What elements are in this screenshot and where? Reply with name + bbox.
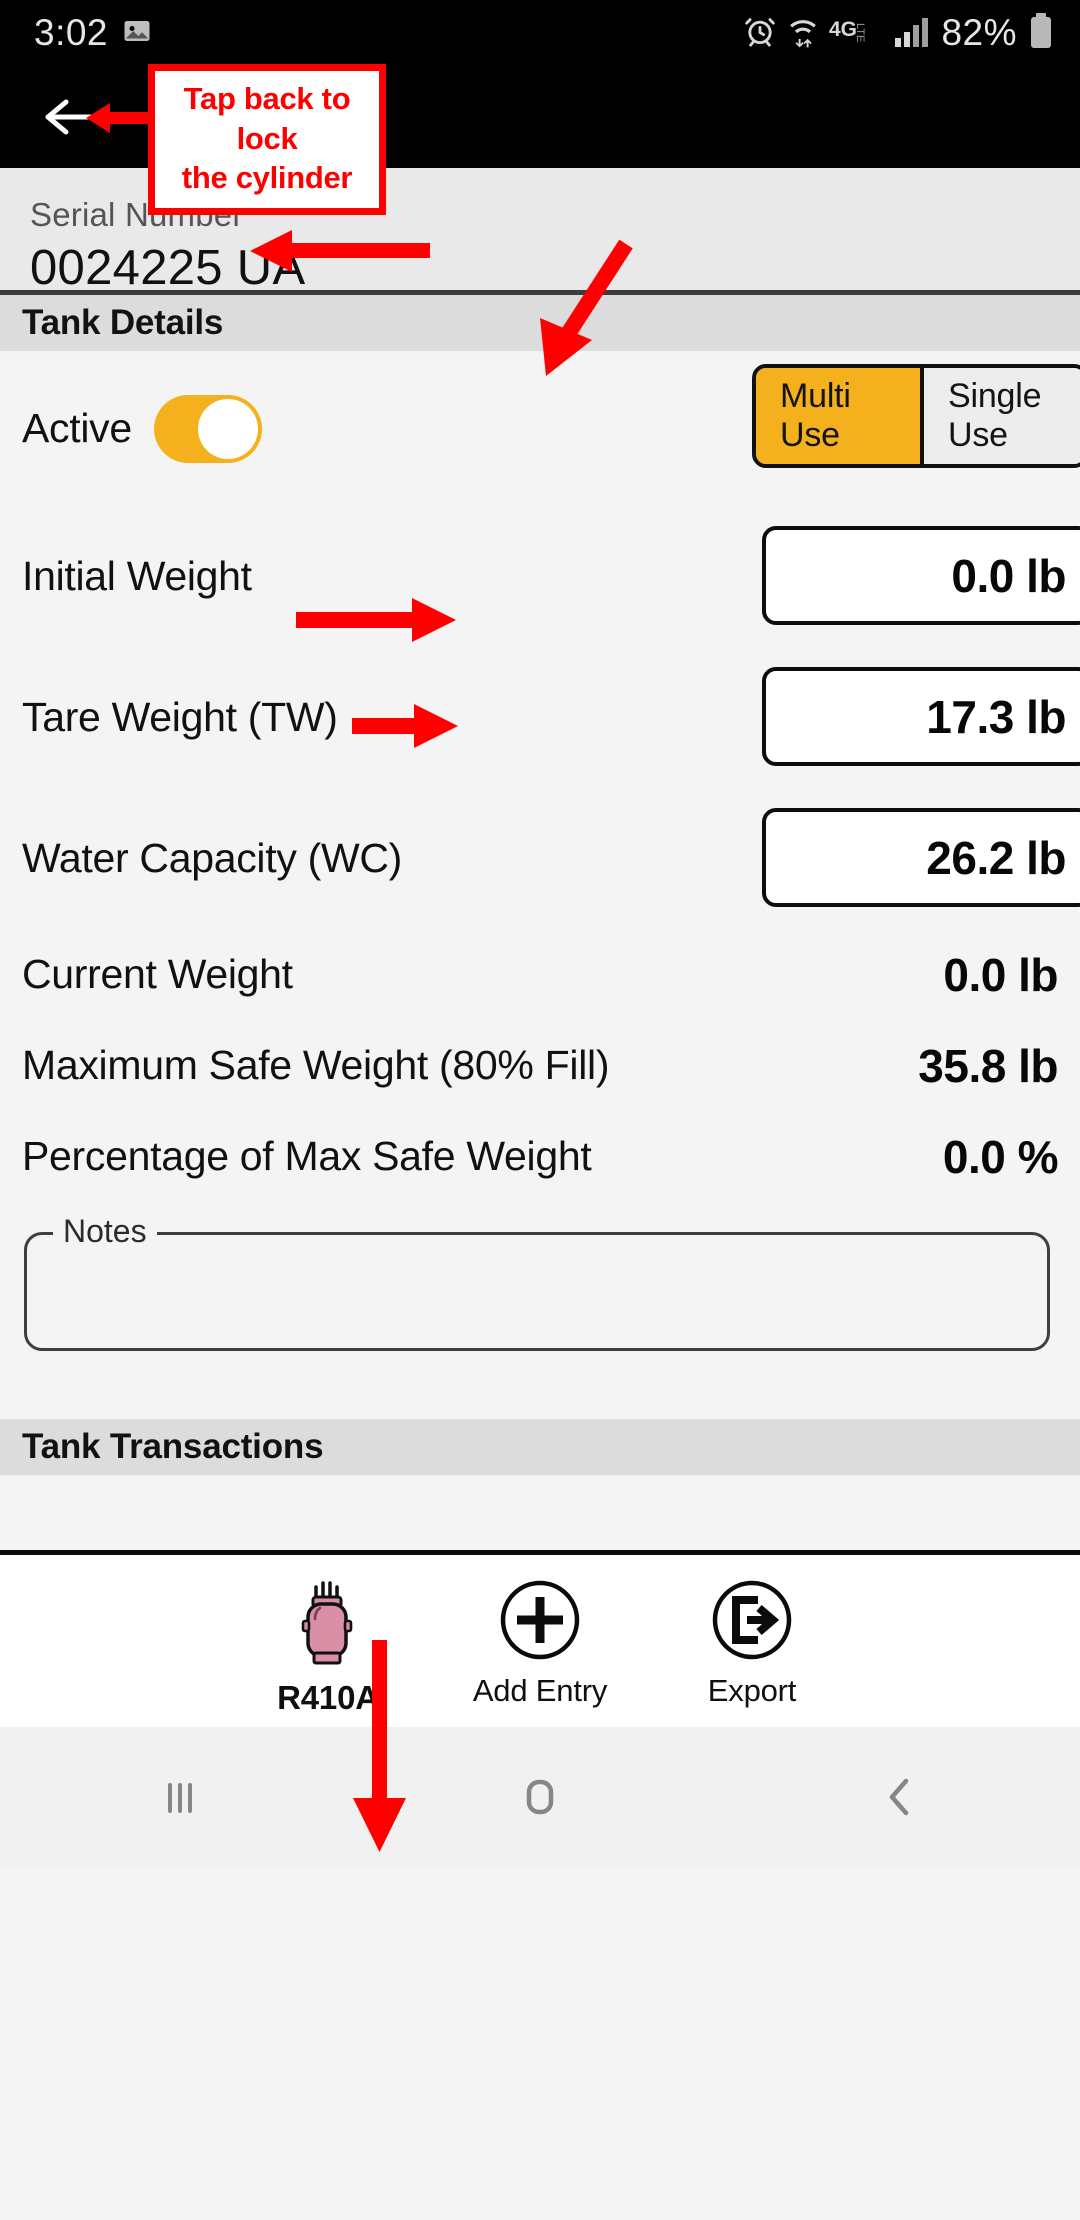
row-active: Active Multi Use Single Use [0, 351, 1080, 506]
annotation-callout: Tap back to lock the cylinder [148, 64, 386, 216]
active-switch[interactable] [153, 394, 262, 463]
action-export-label: Export [707, 1673, 797, 1708]
refrigerant-cylinder-icon [301, 1581, 353, 1665]
alarm-icon [743, 14, 777, 53]
status-bar-right: 4G LTE 82% [743, 12, 1054, 54]
tare-weight-input[interactable]: 17.3 lb [762, 667, 1080, 766]
bottom-action-bar: R410A Add Entry Export [0, 1550, 1080, 1727]
status-bar: 3:02 4G LTE 82% [0, 0, 1080, 66]
image-icon [122, 16, 152, 51]
row-max-safe-weight: Maximum Safe Weight (80% Fill) 35.8 lb [0, 1020, 1080, 1111]
active-label: Active [22, 405, 132, 451]
water-capacity-label: Water Capacity (WC) [22, 835, 403, 881]
back-button[interactable] [36, 82, 106, 152]
nav-recents-button[interactable] [90, 1771, 270, 1823]
android-nav-bar [0, 1727, 1080, 1867]
home-icon [526, 1779, 554, 1815]
plus-circle-icon [500, 1580, 580, 1660]
wifi-icon [788, 14, 818, 53]
current-weight-label: Current Weight [22, 951, 293, 997]
water-capacity-value: 26.2 lb [926, 831, 1066, 884]
percentage-max-safe-weight-label: Percentage of Max Safe Weight [22, 1133, 592, 1179]
notes-input[interactable]: Notes [24, 1213, 1050, 1351]
section-header-tank-transactions-label: Tank Transactions [22, 1427, 324, 1466]
action-add-entry[interactable]: Add Entry [434, 1577, 646, 1709]
action-refrigerant-label: R410A [277, 1679, 379, 1716]
row-initial-weight: Initial Weight 0.0 lb [0, 506, 1080, 647]
section-header-tank-details-label: Tank Details [22, 303, 224, 342]
nav-back-button[interactable] [810, 1769, 990, 1825]
battery-icon [1028, 12, 1054, 54]
nav-home-button[interactable] [450, 1769, 630, 1825]
row-current-weight: Current Weight 0.0 lb [0, 929, 1080, 1020]
svg-text:4G: 4G [829, 18, 857, 41]
serial-number-value: 0024225 UA [30, 241, 306, 295]
segment-single-use[interactable]: Single Use [920, 368, 1080, 464]
tank-transactions-list [0, 1475, 1080, 1550]
water-capacity-input[interactable]: 26.2 lb [762, 808, 1080, 907]
back-arrow-icon [45, 99, 99, 135]
row-water-capacity: Water Capacity (WC) 26.2 lb [0, 788, 1080, 929]
active-toggle-group[interactable]: Active [22, 394, 262, 463]
tare-weight-value: 17.3 lb [926, 690, 1066, 743]
section-header-tank-details: Tank Details [0, 295, 1080, 351]
notes-section: Notes [0, 1202, 1080, 1351]
max-safe-weight-value: 35.8 lb [918, 1039, 1058, 1092]
action-add-entry-label: Add Entry [472, 1673, 608, 1708]
recents-icon [168, 1783, 192, 1813]
signal-bars-icon [894, 14, 930, 53]
status-bar-left: 3:02 [34, 12, 152, 54]
percentage-max-safe-weight-value: 0.0 % [942, 1130, 1059, 1183]
initial-weight-value: 0.0 lb [951, 549, 1066, 602]
annotation-callout-line2: the cylinder [181, 160, 353, 196]
network-4glte-icon: 4G LTE [829, 15, 883, 52]
notes-legend: Notes [53, 1213, 157, 1250]
initial-weight-input[interactable]: 0.0 lb [762, 526, 1080, 625]
active-switch-knob [197, 398, 258, 459]
tank-details-body: Active Multi Use Single Use Initial Weig… [0, 351, 1080, 1419]
action-refrigerant[interactable]: R410A [222, 1577, 434, 1717]
action-export[interactable]: Export [646, 1577, 858, 1709]
tare-weight-label: Tare Weight (TW) [22, 694, 338, 740]
row-tare-weight: Tare Weight (TW) 17.3 lb [0, 647, 1080, 788]
initial-weight-label: Initial Weight [22, 553, 252, 599]
max-safe-weight-label: Maximum Safe Weight (80% Fill) [22, 1042, 610, 1088]
current-weight-value: 0.0 lb [943, 948, 1058, 1001]
back-chevron-icon [889, 1778, 909, 1816]
battery-percent: 82% [941, 12, 1017, 53]
export-circle-icon [712, 1580, 792, 1660]
annotation-callout-line1: Tap back to lock [183, 81, 351, 156]
svg-text:LTE: LTE [854, 23, 866, 42]
use-type-segmented-control[interactable]: Multi Use Single Use [752, 364, 1080, 468]
status-time: 3:02 [34, 12, 109, 53]
row-percentage-max-safe-weight: Percentage of Max Safe Weight 0.0 % [0, 1111, 1080, 1202]
section-header-tank-transactions: Tank Transactions [0, 1419, 1080, 1475]
segment-multi-use[interactable]: Multi Use [756, 368, 920, 464]
